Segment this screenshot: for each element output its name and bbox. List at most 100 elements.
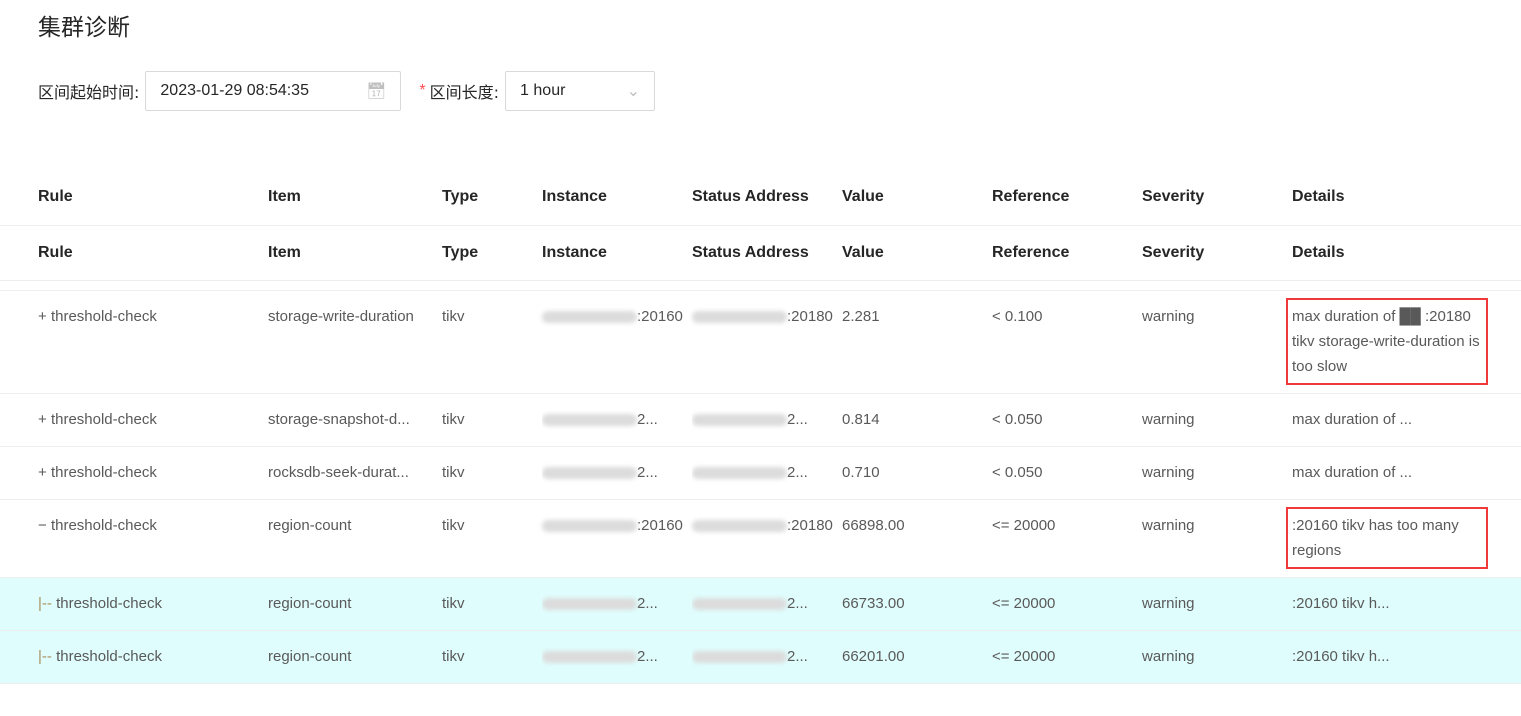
redacted-address	[692, 597, 787, 610]
details-text: :20160 tikv has too many regions	[1286, 506, 1488, 569]
column-header-rule[interactable]: Rule	[0, 225, 268, 281]
details-text: max duration of ...	[1292, 410, 1413, 428]
instance-cell: :20160	[542, 290, 692, 394]
severity-cell: warning	[1142, 577, 1292, 631]
column-header-details[interactable]: Details	[1292, 170, 1521, 226]
status-cell: 2...	[692, 577, 842, 631]
details-cell: max duration of ...	[1292, 393, 1521, 447]
table-row[interactable]: − threshold-check region-count tikv:20160:…	[0, 499, 1521, 578]
range-length-value: 1 hour	[520, 82, 566, 99]
rule-name: threshold-check	[50, 463, 157, 481]
column-header-item[interactable]: Item	[268, 225, 442, 281]
status-cell: 2...	[692, 446, 842, 500]
column-header-reference[interactable]: Reference	[992, 225, 1142, 281]
expand-icon[interactable]: +	[38, 464, 51, 481]
status-text: :20180	[787, 307, 833, 325]
table-row[interactable]: |-- threshold-check region-count tikv 2... 2…	[0, 630, 1521, 684]
spacer	[0, 280, 1521, 291]
value-cell: 66733.00	[842, 577, 992, 631]
table-row[interactable]: |-- threshold-check region-count tikv 2... 2…	[0, 577, 1521, 631]
severity-cell: warning	[1142, 499, 1292, 578]
column-header-details[interactable]: Details	[1292, 225, 1521, 281]
range-length-select[interactable]: 1 hour ⌄	[505, 71, 656, 111]
item-cell: storage-snapshot-d...	[268, 393, 442, 447]
type-cell: tikv	[442, 393, 542, 447]
header-row: Rule Item Type Instance Status Address Value R…	[0, 170, 1521, 226]
column-header-reference[interactable]: Reference	[992, 170, 1142, 226]
severity-cell: warning	[1142, 290, 1292, 394]
status-text: :20180	[787, 516, 833, 534]
reference-cell: < 0.050	[992, 446, 1142, 500]
status-cell: :20180	[692, 290, 842, 394]
rule-name: threshold-check	[50, 516, 157, 534]
expand-icon[interactable]: +	[38, 411, 51, 428]
details-text: :20160 tikv h...	[1292, 594, 1390, 612]
severity-cell: warning	[1142, 393, 1292, 447]
column-header-type[interactable]: Type	[442, 225, 542, 281]
status-text: 2...	[787, 594, 808, 612]
column-header-severity[interactable]: Severity	[1142, 225, 1292, 281]
value-cell: 66898.00	[842, 499, 992, 578]
column-header-instance[interactable]: Instance	[542, 170, 692, 226]
instance-text: 2...	[637, 594, 658, 612]
status-cell: 2...	[692, 630, 842, 684]
item-cell: rocksdb-seek-durat...	[268, 446, 442, 500]
severity-cell: warning	[1142, 446, 1292, 500]
item-cell: region-count	[268, 630, 442, 684]
column-header-instance[interactable]: Instance	[542, 225, 692, 281]
header-row: Rule Item Type Instance Status Address Value R…	[0, 225, 1521, 281]
reference-cell: <= 20000	[992, 499, 1142, 578]
expand-icon[interactable]: +	[38, 308, 51, 325]
instance-cell: 2...	[542, 630, 692, 684]
details-cell: :20160 tikv has too many regions	[1286, 499, 1521, 578]
column-header-type[interactable]: Type	[442, 170, 542, 226]
redacted-address	[542, 310, 637, 323]
rule-cell: − threshold-check	[0, 499, 268, 578]
status-cell: :20180	[692, 499, 842, 578]
rule-name: threshold-check	[56, 647, 162, 665]
rule-cell: + threshold-check	[0, 290, 268, 394]
filter-form: 区间起始时间: 2023-01-29 08:54:35 📅︎ * 区间长度: 1…	[38, 71, 656, 111]
calendar-icon: 📅︎	[366, 83, 387, 100]
table-row[interactable]: + threshold-check storage-write-duration t…	[0, 290, 1521, 394]
type-cell: tikv	[442, 446, 542, 500]
tree-branch-icon: |--	[38, 594, 57, 612]
details-text: max duration of ██ :20180 tikv storage-w…	[1286, 297, 1488, 385]
table-row[interactable]: + threshold-check rocksdb-seek-durat... ti…	[0, 446, 1521, 500]
status-text: 2...	[787, 647, 808, 665]
column-header-status-address[interactable]: Status Address	[692, 225, 842, 281]
redacted-address	[542, 597, 637, 610]
item-cell: region-count	[268, 499, 442, 578]
column-header-rule[interactable]: Rule	[0, 170, 268, 226]
rule-name: threshold-check	[50, 410, 157, 428]
column-header-value[interactable]: Value	[842, 170, 992, 226]
column-header-severity[interactable]: Severity	[1142, 170, 1292, 226]
redacted-address	[692, 466, 787, 479]
rule-cell: + threshold-check	[0, 446, 268, 500]
item-cell: region-count	[268, 577, 442, 631]
column-header-status-address[interactable]: Status Address	[692, 170, 842, 226]
instance-cell: 2...	[542, 577, 692, 631]
details-cell: max duration of ██ :20180 tikv storage-w…	[1286, 290, 1521, 394]
details-text: :20160 tikv h...	[1292, 647, 1390, 665]
redacted-address	[692, 650, 787, 663]
type-cell: tikv	[442, 630, 542, 684]
table-row[interactable]: + threshold-check storage-snapshot-d... ti…	[0, 393, 1521, 447]
reference-cell: < 0.100	[992, 290, 1142, 394]
instance-text: 2...	[637, 410, 658, 428]
type-cell: tikv	[442, 577, 542, 631]
column-header-item[interactable]: Item	[268, 170, 442, 226]
column-header-value[interactable]: Value	[842, 225, 992, 281]
value-cell: 0.710	[842, 446, 992, 500]
collapse-icon[interactable]: −	[38, 517, 51, 534]
type-cell: tikv	[442, 290, 542, 394]
page-title: 集群诊断	[38, 15, 130, 41]
type-cell: tikv	[442, 499, 542, 578]
rule-cell: |-- threshold-check	[0, 577, 268, 631]
required-mark: *	[419, 82, 426, 99]
redacted-address	[542, 413, 637, 426]
instance-cell: 2...	[542, 393, 692, 447]
start-time-picker[interactable]: 2023-01-29 08:54:35 📅︎	[145, 71, 402, 111]
diagnosis-table: Rule Item Type Instance Status Address Value R…	[0, 170, 1521, 684]
details-cell: max duration of ...	[1292, 446, 1521, 500]
